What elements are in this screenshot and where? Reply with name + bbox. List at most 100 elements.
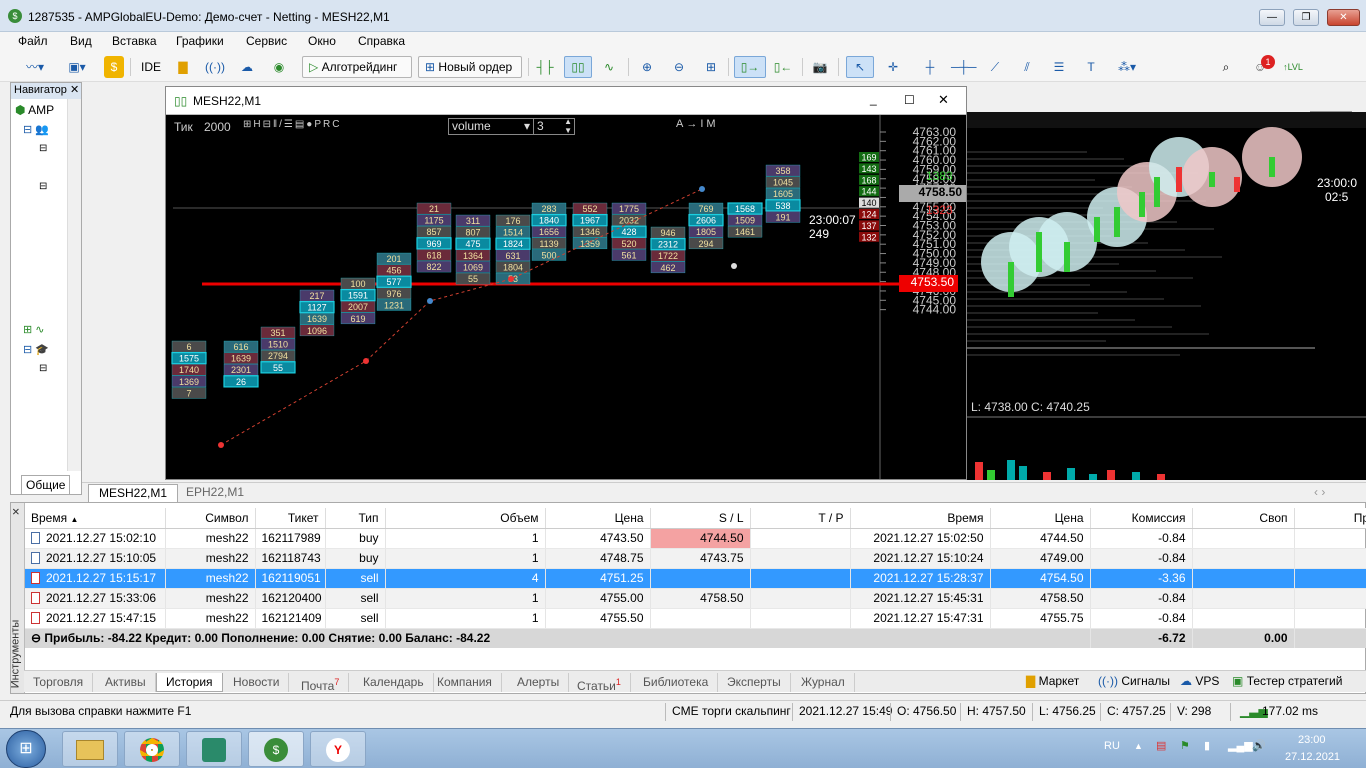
menu-insert[interactable]: Вставка (112, 34, 157, 48)
menu-service[interactable]: Сервис (246, 34, 287, 48)
tray-usb-icon[interactable]: ▮ (1204, 739, 1210, 752)
navigator-tab-common[interactable]: Общие (21, 475, 71, 495)
vertical-line-icon[interactable]: ┼ (918, 56, 942, 78)
menu-charts[interactable]: Графики (176, 34, 224, 48)
chart-tool-buttons[interactable]: ⊞Η⊟‖/☰▤●PRC (243, 119, 341, 130)
screenshot-icon[interactable]: 📷 (808, 56, 832, 78)
chart-minimize-button[interactable]: _ (870, 92, 877, 106)
tray-date[interactable]: 27.12.2021 (1285, 751, 1340, 763)
tab-6[interactable]: Компания (428, 673, 502, 692)
col-symbol[interactable]: Символ (165, 508, 256, 529)
tray-signal-icon[interactable]: ▂▄▆ (1228, 739, 1253, 752)
chart-tabs-scroll-icon[interactable]: ‹ › (1304, 484, 1335, 502)
tab-2[interactable]: История (156, 673, 223, 692)
fibo-icon[interactable]: ☰ (1046, 56, 1072, 78)
profiles-icon[interactable]: ▣▾ (60, 56, 94, 78)
candles-icon[interactable]: ▯▯ (564, 56, 592, 78)
maximize-button[interactable]: ❐ (1293, 9, 1319, 26)
tray-expand-icon[interactable]: ▲ (1134, 741, 1143, 751)
status-profile[interactable]: CME торги скальпинг (672, 704, 791, 718)
tray-clock[interactable]: 23:00 (1298, 734, 1326, 746)
tab-strategy-tester[interactable]: ▣ Тестер стратегий (1232, 674, 1342, 688)
accounts-tree-icon[interactable]: ⊟ 👥 (23, 123, 49, 136)
table-row[interactable]: 2021.12.27 15:33:06 mesh22 162120400 sell 1 4… (25, 588, 1366, 609)
menu-help[interactable]: Справка (358, 34, 405, 48)
search-icon[interactable]: ⌕ (1214, 56, 1238, 78)
tab-5[interactable]: Календарь (354, 673, 434, 692)
navigator-account[interactable]: ⬢ AMP (15, 103, 54, 117)
tab-7[interactable]: Алерты (508, 673, 570, 692)
navigator-close-icon[interactable]: ✕ (70, 83, 79, 98)
col-commission[interactable]: Комиссия (1090, 508, 1193, 529)
toolbox-close-icon[interactable]: ✕ (12, 507, 23, 515)
chart-tab-eph22[interactable]: EPH22,M1 (176, 484, 254, 502)
table-row[interactable]: 2021.12.27 15:47:15 mesh22 162121409 sell 1 4… (25, 608, 1366, 629)
menu-window[interactable]: Окно (308, 34, 336, 48)
chart-shift-icon[interactable]: ▯← (770, 56, 796, 78)
col-price[interactable]: Цена (545, 508, 651, 529)
metatrader-taskbar-icon[interactable]: $ (248, 731, 304, 767)
col-time[interactable]: Время ▲ (25, 508, 166, 529)
tree-node-1[interactable]: ⊟ (39, 143, 47, 154)
services-icon[interactable]: ◉ (268, 56, 290, 78)
col-close-price[interactable]: Цена (990, 508, 1091, 529)
menu-file[interactable]: Файл (18, 34, 48, 48)
minimize-button[interactable]: — (1259, 9, 1285, 26)
close-button[interactable]: ✕ (1327, 9, 1360, 26)
col-type[interactable]: Тип (325, 508, 386, 529)
indicators-tree-icon[interactable]: ⊞ ∿ (23, 323, 45, 336)
algotrading-button[interactable]: ▷ Алготрейдинг (302, 56, 412, 78)
col-close-time[interactable]: Время (850, 508, 991, 529)
volume-select[interactable]: volume ▾ (448, 118, 534, 135)
tab-4[interactable]: Почта7 (292, 673, 350, 693)
line-chart-icon[interactable]: ∿ (598, 56, 620, 78)
col-tp[interactable]: T / P (750, 508, 851, 529)
chart-tab-mesh22[interactable]: MESH22,M1 (88, 484, 179, 502)
tab-market[interactable]: ▇ Маркет (1026, 674, 1079, 688)
navigator-scrollbar[interactable] (67, 99, 81, 471)
bar-chart-icon[interactable]: ┤├ (534, 56, 556, 78)
new-order-button[interactable]: ⊞ Новый ордер (418, 56, 522, 78)
zoom-out-icon[interactable]: ⊖ (668, 56, 690, 78)
col-volume[interactable]: Объем (385, 508, 546, 529)
table-row[interactable]: 2021.12.27 15:10:05 mesh22 162118743 buy 1 47… (25, 548, 1366, 569)
chart-close-button[interactable]: ✕ (938, 92, 949, 108)
menu-view[interactable]: Вид (70, 34, 92, 48)
cursor-icon[interactable]: ↖ (846, 56, 874, 78)
tree-node-2[interactable]: ⊟ (39, 181, 47, 192)
tree-node-3[interactable]: ⊟ (39, 363, 47, 374)
tab-11[interactable]: Журнал (792, 673, 855, 692)
new-chart-icon[interactable]: 〰▾ (18, 56, 52, 78)
depth-stepper[interactable]: 3 ▲ ▼ (533, 117, 575, 135)
chart-mode-buttons[interactable]: A→IM (676, 118, 719, 130)
tab-9[interactable]: Библиотека (634, 673, 719, 692)
language-indicator[interactable]: RU (1104, 740, 1120, 752)
ide-button[interactable]: IDE (136, 56, 166, 78)
chart-maximize-button[interactable]: ☐ (904, 93, 915, 107)
tab-0[interactable]: Торговля (24, 673, 94, 692)
tray-security-icon[interactable]: ⚑ (1180, 739, 1190, 752)
col-profit[interactable]: Прибыль (1294, 508, 1366, 529)
table-row[interactable]: 2021.12.27 15:15:17 mesh22 162119051 sell 4 4… (25, 568, 1366, 589)
channel-icon[interactable]: ⫽ (1014, 56, 1040, 78)
collapse-icon[interactable]: ⊖ (31, 631, 41, 645)
tray-volume-icon[interactable]: 🔊 (1252, 739, 1266, 752)
shapes-icon[interactable]: ⁂▾ (1110, 56, 1144, 78)
chrome-taskbar-icon[interactable] (124, 731, 180, 767)
tab-3[interactable]: Новости (224, 673, 290, 692)
explorer-taskbar-icon[interactable] (62, 731, 118, 767)
text-tool-icon[interactable]: T (1078, 56, 1104, 78)
tray-network-icon[interactable]: ▤ (1156, 739, 1166, 752)
tab-1[interactable]: Активы (96, 673, 156, 692)
shop-icon[interactable]: ▇ (172, 56, 194, 78)
yandex-taskbar-icon[interactable]: Y (310, 731, 366, 767)
horizontal-line-icon[interactable]: ─┼─ (950, 56, 977, 78)
col-sl[interactable]: S / L (650, 508, 751, 529)
autoscroll-icon[interactable]: ▯→ (734, 56, 766, 78)
signals-icon[interactable]: ((·)) (204, 56, 226, 78)
tick-value[interactable]: 2000 (204, 120, 231, 134)
tab-signals[interactable]: ((·)) Сигналы (1098, 674, 1170, 688)
status-ping[interactable]: 177.02 ms (1262, 704, 1318, 718)
tab-10[interactable]: Эксперты (718, 673, 791, 692)
tab-8[interactable]: Статьи1 (568, 673, 631, 693)
